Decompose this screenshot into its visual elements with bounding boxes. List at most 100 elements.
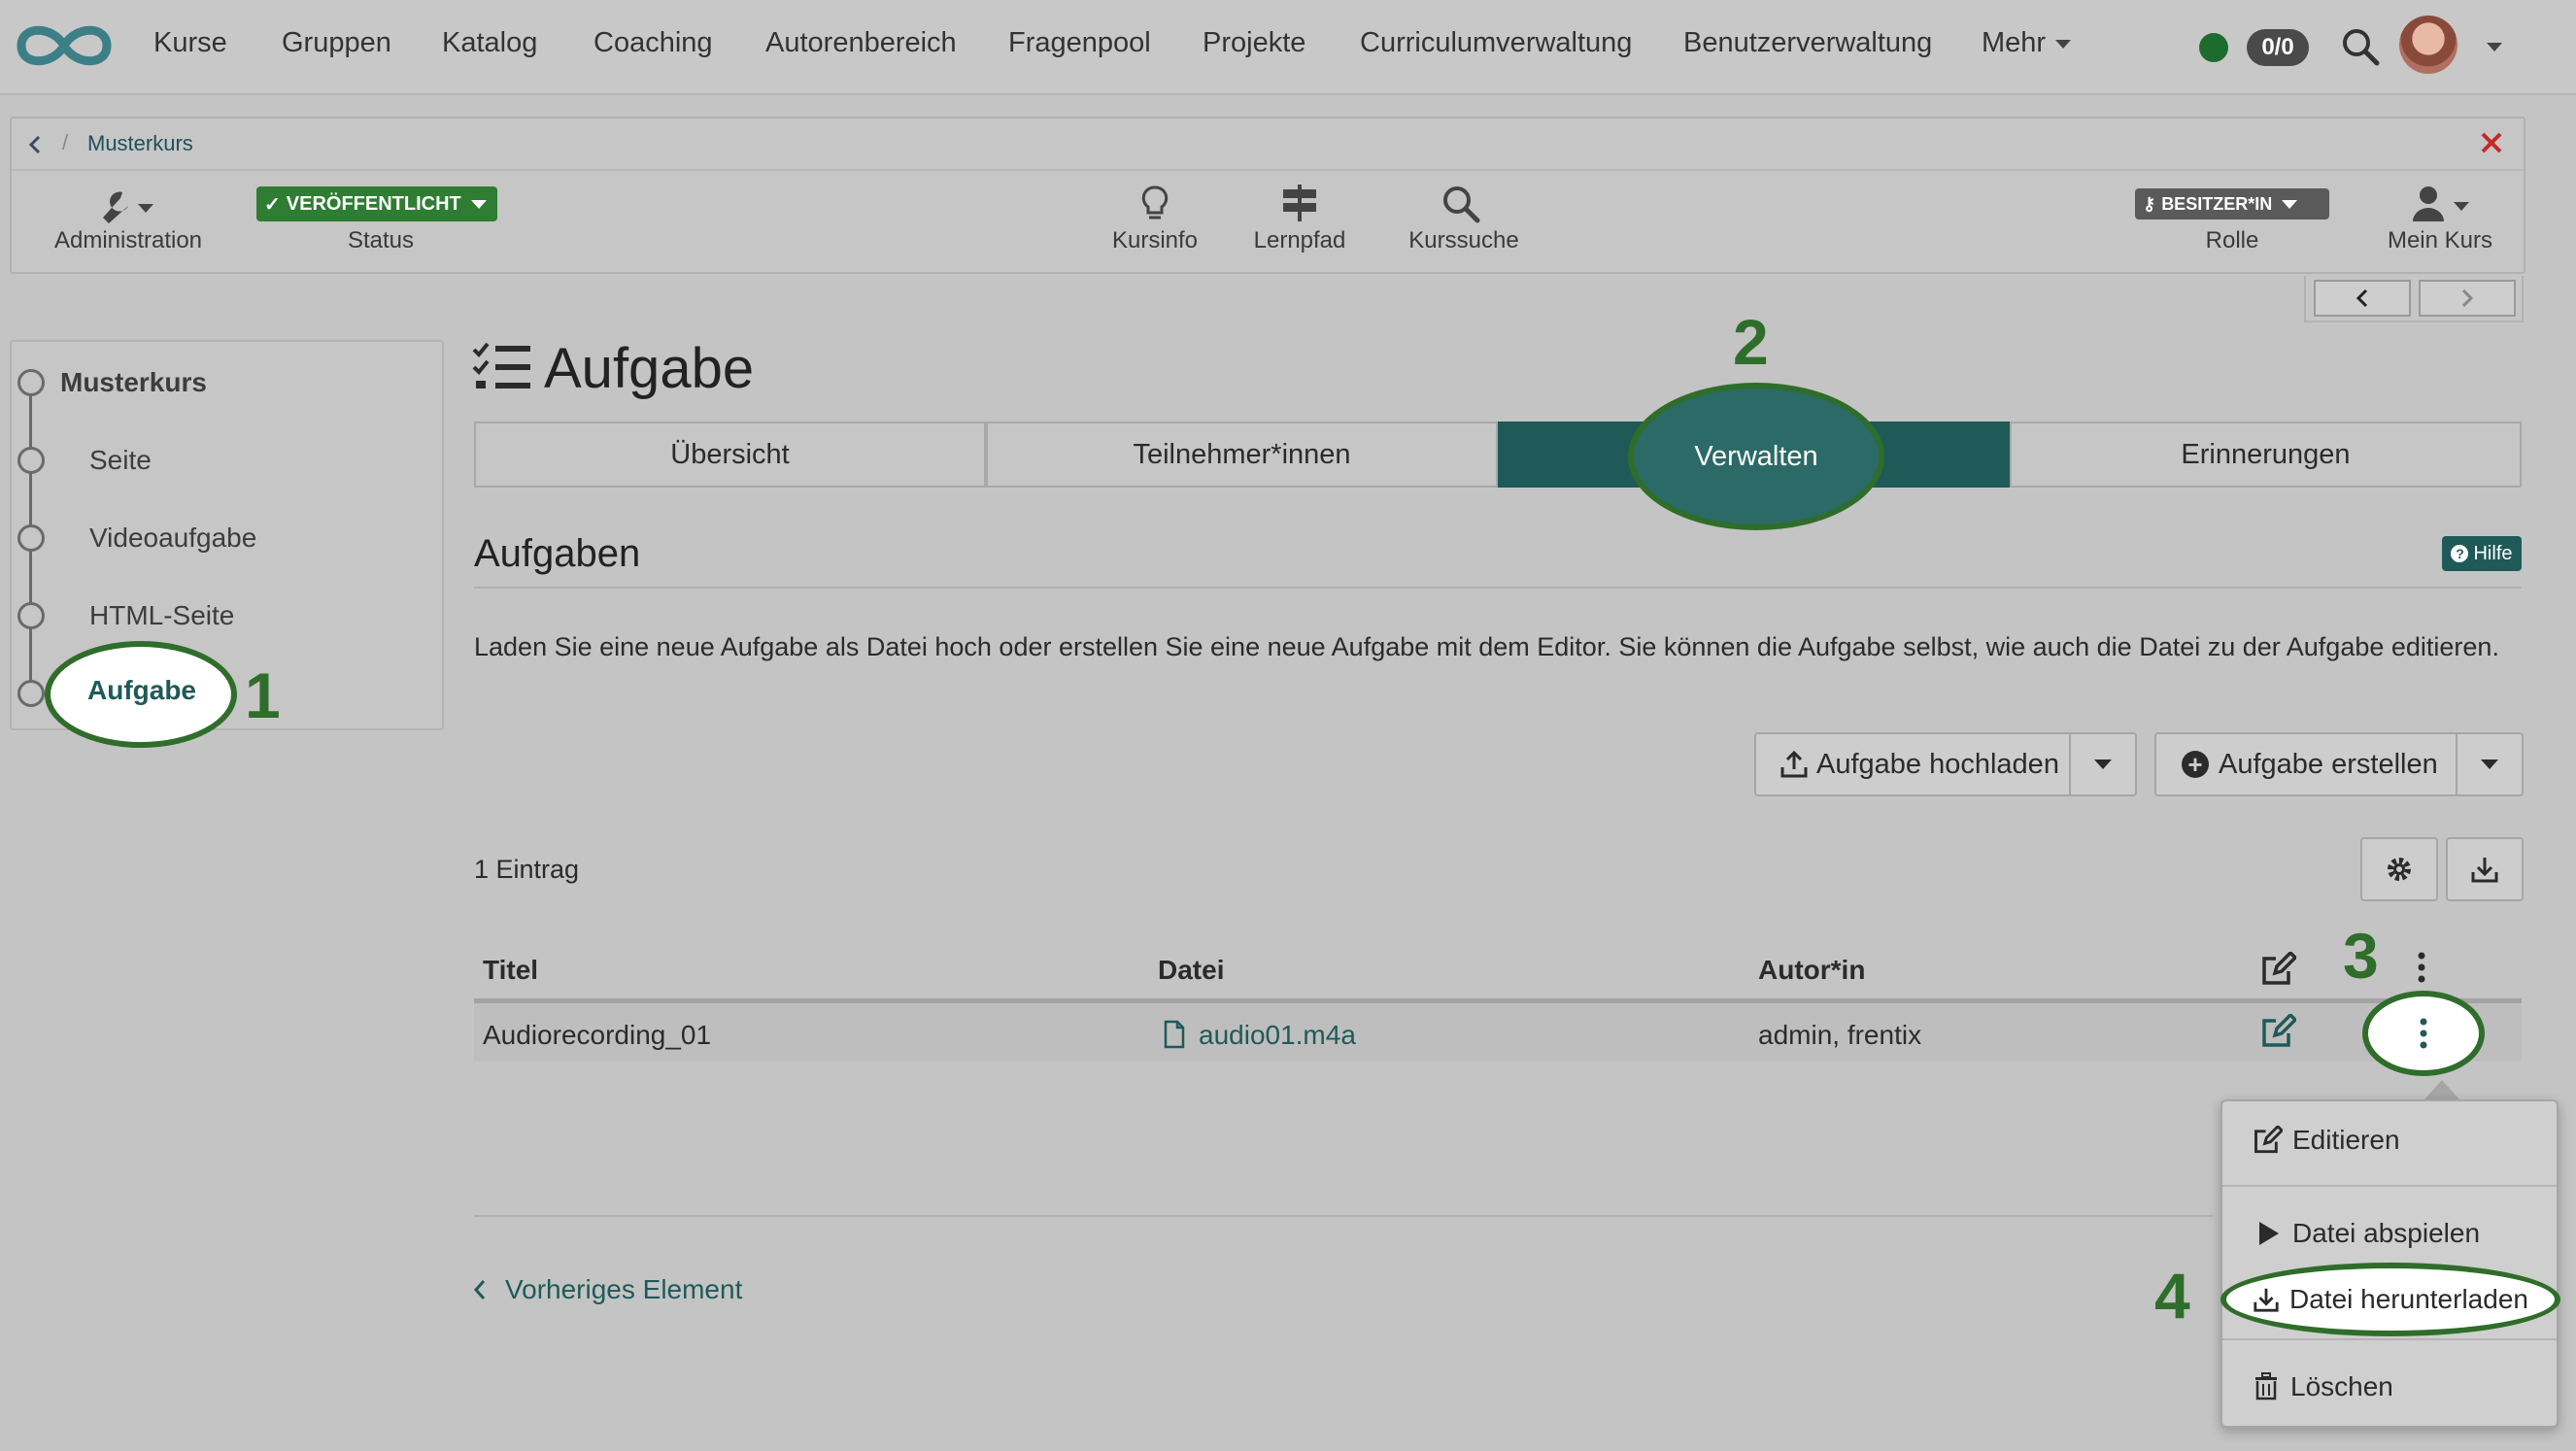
menu-node-dot [17, 524, 45, 552]
column-header-titel[interactable]: Titel [483, 955, 538, 986]
signpost-icon[interactable] [1280, 183, 1319, 223]
dropdown-item-datei-abspielen-label: Datei abspielen [2292, 1218, 2481, 1248]
tab-teilnehmer[interactable]: Teilnehmer*innen [986, 422, 1498, 488]
menu-item-html-seite[interactable]: HTML-Seite [89, 600, 234, 631]
cell-title: Audiorecording_01 [483, 1020, 712, 1050]
nav-coaching[interactable]: Coaching [593, 27, 713, 59]
openolat-logo-icon[interactable] [14, 17, 115, 74]
edit-icon [2254, 1126, 2283, 1154]
dropdown-item-datei-abspielen[interactable]: Datei abspielen [2254, 1218, 2480, 1249]
kurssuche-label[interactable]: Kurssuche [1391, 227, 1537, 254]
previous-node-button[interactable] [2314, 280, 2411, 317]
tab-erinnerungen[interactable]: Erinnerungen [2010, 422, 2522, 488]
mein-kurs-label[interactable]: Mein Kurs [2362, 227, 2518, 254]
create-task-button[interactable]: + Aufgabe erstellen [2154, 732, 2457, 796]
search-icon[interactable] [1441, 185, 1480, 223]
help-label: Hilfe [2473, 542, 2513, 564]
dropdown-item-loeschen[interactable]: Löschen [2254, 1371, 2393, 1402]
trash-icon [2255, 1372, 2277, 1400]
menu-item-seite[interactable]: Seite [89, 445, 152, 476]
user-icon[interactable] [2411, 185, 2473, 223]
previous-element-label: Vorheriges Element [505, 1274, 743, 1304]
menu-node-dot [17, 602, 45, 629]
chevron-down-icon [470, 199, 487, 209]
upload-dropdown-button[interactable] [2069, 732, 2137, 796]
chevron-left-icon [473, 1280, 486, 1299]
nav-fragenpool[interactable]: Fragenpool [1008, 27, 1151, 59]
task-list-icon [472, 340, 532, 394]
course-toolbar: / Musterkurs Administration ✓ VERÖFFENTL… [10, 117, 2525, 274]
next-node-button[interactable] [2419, 280, 2516, 317]
nav-katalog[interactable]: Katalog [442, 27, 537, 59]
help-button[interactable]: ? Hilfe [2442, 536, 2522, 571]
more-column-icon [2417, 952, 2426, 983]
tab-verwalten-label[interactable]: Verwalten [1694, 441, 1817, 473]
online-status-icon[interactable] [2199, 33, 2228, 62]
nav-mehr-label: Mehr [1982, 27, 2047, 58]
section-title: Aufgaben [474, 532, 641, 575]
description-text: Laden Sie eine neue Aufgabe als Datei ho… [474, 632, 2499, 661]
nav-gruppen[interactable]: Gruppen [282, 27, 391, 59]
chevron-left-icon [2356, 288, 2368, 308]
menu-item-aufgabe[interactable]: Aufgabe [87, 675, 196, 706]
check-icon: ✓ [264, 193, 281, 216]
edit-row-icon[interactable] [2261, 1014, 2296, 1049]
cell-file-link[interactable]: audio01.m4a [1199, 1020, 1356, 1051]
breadcrumb-separator: / [62, 130, 69, 154]
nav-projekte[interactable]: Projekte [1203, 27, 1305, 59]
role-label: Rolle [2205, 227, 2259, 253]
annotation-number-1: 1 [245, 659, 281, 731]
dropdown-item-datei-herunterladen[interactable]: Datei herunterladen [2220, 1263, 2560, 1336]
close-icon[interactable] [2479, 130, 2504, 155]
table-export-button[interactable] [2446, 837, 2524, 901]
plus-circle-icon: + [2182, 751, 2209, 778]
lightbulb-icon[interactable] [1140, 185, 1169, 223]
avatar[interactable] [2399, 16, 2457, 74]
dropdown-item-loeschen-label: Löschen [2290, 1371, 2393, 1401]
menu-item-musterkurs[interactable]: Musterkurs [60, 367, 207, 398]
menu-node-dot [17, 680, 45, 707]
table-settings-button[interactable] [2360, 837, 2438, 901]
nav-kurse[interactable]: Kurse [153, 27, 227, 59]
dropdown-item-editieren-label: Editieren [2292, 1125, 2400, 1155]
wrench-icon[interactable] [93, 186, 155, 225]
nav-benutzerverwaltung[interactable]: Benutzerverwaltung [1683, 27, 1932, 59]
menu-item-videoaufgabe[interactable]: Videoaufgabe [89, 523, 256, 554]
back-chevron-icon[interactable] [27, 134, 43, 155]
search-icon[interactable] [2341, 27, 2380, 66]
create-dropdown-button[interactable] [2456, 732, 2524, 796]
column-header-autorin[interactable]: Autor*in [1758, 955, 1865, 986]
gear-icon [2388, 858, 2411, 881]
kursinfo-label[interactable]: Kursinfo [1087, 227, 1223, 254]
status-badge[interactable]: ✓ VERÖFFENTLICHT [256, 186, 497, 221]
chevron-down-icon [2481, 759, 2498, 769]
lernpfad-label[interactable]: Lernpfad [1232, 227, 1368, 254]
annotation-number-2: 2 [1733, 306, 1769, 378]
menu-node-dot [17, 369, 45, 396]
nav-mehr[interactable]: Mehr [1982, 27, 2072, 59]
breadcrumb-course[interactable]: Musterkurs [87, 131, 193, 156]
edit-column-icon [2261, 952, 2296, 987]
role-badge[interactable]: ⚷ BESITZER*IN [2135, 188, 2329, 219]
download-icon [2471, 858, 2498, 883]
nav-autorenbereich[interactable]: Autorenbereich [765, 27, 957, 59]
tab-uebersicht[interactable]: Übersicht [474, 422, 986, 488]
status-label: Status [347, 227, 415, 253]
upload-task-button[interactable]: Aufgabe hochladen [1754, 732, 2071, 796]
upload-task-label: Aufgabe hochladen [1816, 748, 2059, 780]
dropdown-item-editieren[interactable]: Editieren [2254, 1125, 2400, 1156]
user-menu-chevron-icon[interactable] [2487, 43, 2502, 51]
status-badge-label: VERÖFFENTLICHT [286, 192, 461, 215]
nav-curriculumverwaltung[interactable]: Curriculumverwaltung [1360, 27, 1632, 59]
previous-element-link[interactable]: Vorheriges Element [472, 1274, 742, 1305]
administration-label[interactable]: Administration [41, 227, 216, 254]
row-actions-button[interactable] [2362, 991, 2485, 1076]
annotation-number-3: 3 [2343, 920, 2379, 992]
column-header-datei[interactable]: Datei [1158, 955, 1224, 986]
section-divider [474, 587, 2522, 589]
dropdown-item-datei-herunterladen-label: Datei herunterladen [2289, 1284, 2528, 1314]
table-row[interactable] [474, 1003, 2522, 1062]
menu-node-dot [17, 447, 45, 474]
notification-counter[interactable]: 0/0 [2247, 29, 2309, 66]
file-icon [1164, 1020, 1185, 1049]
